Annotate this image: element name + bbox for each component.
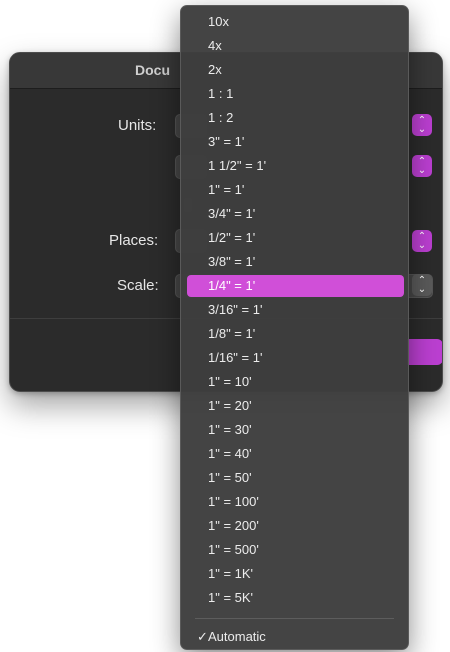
menu-item[interactable]: 1/16" = 1' xyxy=(187,347,404,369)
menu-item[interactable]: 4x xyxy=(187,35,404,57)
ok-button[interactable] xyxy=(407,339,442,365)
menu-item-label: 1" = 500' xyxy=(208,542,259,557)
menu-item[interactable]: 10x xyxy=(187,11,404,33)
menu-separator xyxy=(195,618,394,619)
menu-item-label: 10x xyxy=(208,14,229,29)
menu-item-label: 1" = 20' xyxy=(208,398,252,413)
checkmark-icon: ✓ xyxy=(197,629,208,644)
menu-item-label: Automatic xyxy=(208,629,266,644)
menu-item[interactable]: 1" = 10' xyxy=(187,371,404,393)
chevron-down-icon: ⌄ xyxy=(417,165,427,176)
places-stepper[interactable]: ⌃ ⌄ xyxy=(412,230,432,252)
menu-item-label: 1" = 1' xyxy=(208,182,245,197)
menu-item-label: 3/8" = 1' xyxy=(208,254,256,269)
menu-item[interactable]: 1" = 20' xyxy=(187,395,404,417)
menu-item-label: 4x xyxy=(208,38,222,53)
menu-item[interactable]: 1/4" = 1' xyxy=(187,275,404,297)
menu-item[interactable]: 1" = 100' xyxy=(187,491,404,513)
menu-item[interactable]: 1 1/2" = 1' xyxy=(187,155,404,177)
menu-item-label: 1" = 1K' xyxy=(208,566,254,581)
menu-item[interactable]: 1" = 500' xyxy=(187,539,404,561)
menu-item[interactable]: 1" = 40' xyxy=(187,443,404,465)
menu-item[interactable]: 1 : 2 xyxy=(187,107,404,129)
units-secondary-stepper[interactable]: ⌃ ⌄ xyxy=(412,155,432,177)
menu-item[interactable]: 3/8" = 1' xyxy=(187,251,404,273)
menu-item[interactable]: 3/16" = 1' xyxy=(187,299,404,321)
menu-item-label: 1 : 1 xyxy=(208,86,234,101)
menu-item[interactable]: 1" = 5K' xyxy=(187,587,404,609)
menu-item-label: 1" = 5K' xyxy=(208,590,254,605)
menu-item-label: 1/8" = 1' xyxy=(208,326,256,341)
menu-item-label: 3/4" = 1' xyxy=(208,206,256,221)
menu-item-automatic[interactable]: ✓ Automatic xyxy=(187,626,404,648)
menu-item[interactable]: 3/4" = 1' xyxy=(187,203,404,225)
menu-item-label: 3/16" = 1' xyxy=(208,302,263,317)
places-label: Places: xyxy=(109,232,159,249)
scale-label: Scale: xyxy=(117,277,159,294)
menu-item-label: 1" = 40' xyxy=(208,446,252,461)
dialog-title: Docu xyxy=(135,62,170,78)
menu-item[interactable]: 1" = 30' xyxy=(187,419,404,441)
menu-item[interactable]: 1/2" = 1' xyxy=(187,227,404,249)
menu-item[interactable]: 3" = 1' xyxy=(187,131,404,153)
units-stepper[interactable]: ⌃ ⌄ xyxy=(412,114,432,136)
menu-item[interactable]: 1" = 1' xyxy=(187,179,404,201)
menu-item-label: 1 1/2" = 1' xyxy=(208,158,267,173)
menu-item-label: 1" = 200' xyxy=(208,518,259,533)
scale-stepper[interactable]: ⌃ ⌄ xyxy=(412,274,432,296)
menu-item[interactable]: 1" = 200' xyxy=(187,515,404,537)
menu-item-label: 1" = 10' xyxy=(208,374,252,389)
menu-item-label: 3" = 1' xyxy=(208,134,245,149)
menu-item-label: 1/16" = 1' xyxy=(208,350,263,365)
menu-item-label: 2x xyxy=(208,62,222,77)
menu-item[interactable]: 1 : 1 xyxy=(187,83,404,105)
menu-item[interactable]: 1/8" = 1' xyxy=(187,323,404,345)
chevron-down-icon: ⌄ xyxy=(417,284,427,295)
chevron-down-icon: ⌄ xyxy=(417,240,427,251)
menu-item[interactable]: 1" = 50' xyxy=(187,467,404,489)
menu-item-label: 1" = 30' xyxy=(208,422,252,437)
scale-dropdown-menu: 10x 4x 2x 1 : 1 1 : 2 3" = 1' 1 1/2" = 1' 1" = … xyxy=(180,5,409,650)
menu-item-label: 1" = 50' xyxy=(208,470,252,485)
menu-item-label: 1/4" = 1' xyxy=(208,278,256,293)
units-label: Units: xyxy=(118,117,157,134)
menu-item-label: 1" = 100' xyxy=(208,494,259,509)
chevron-down-icon: ⌄ xyxy=(417,124,427,135)
menu-item[interactable]: 2x xyxy=(187,59,404,81)
menu-item-label: 1 : 2 xyxy=(208,110,234,125)
menu-item-label: 1/2" = 1' xyxy=(208,230,256,245)
menu-item[interactable]: 1" = 1K' xyxy=(187,563,404,585)
